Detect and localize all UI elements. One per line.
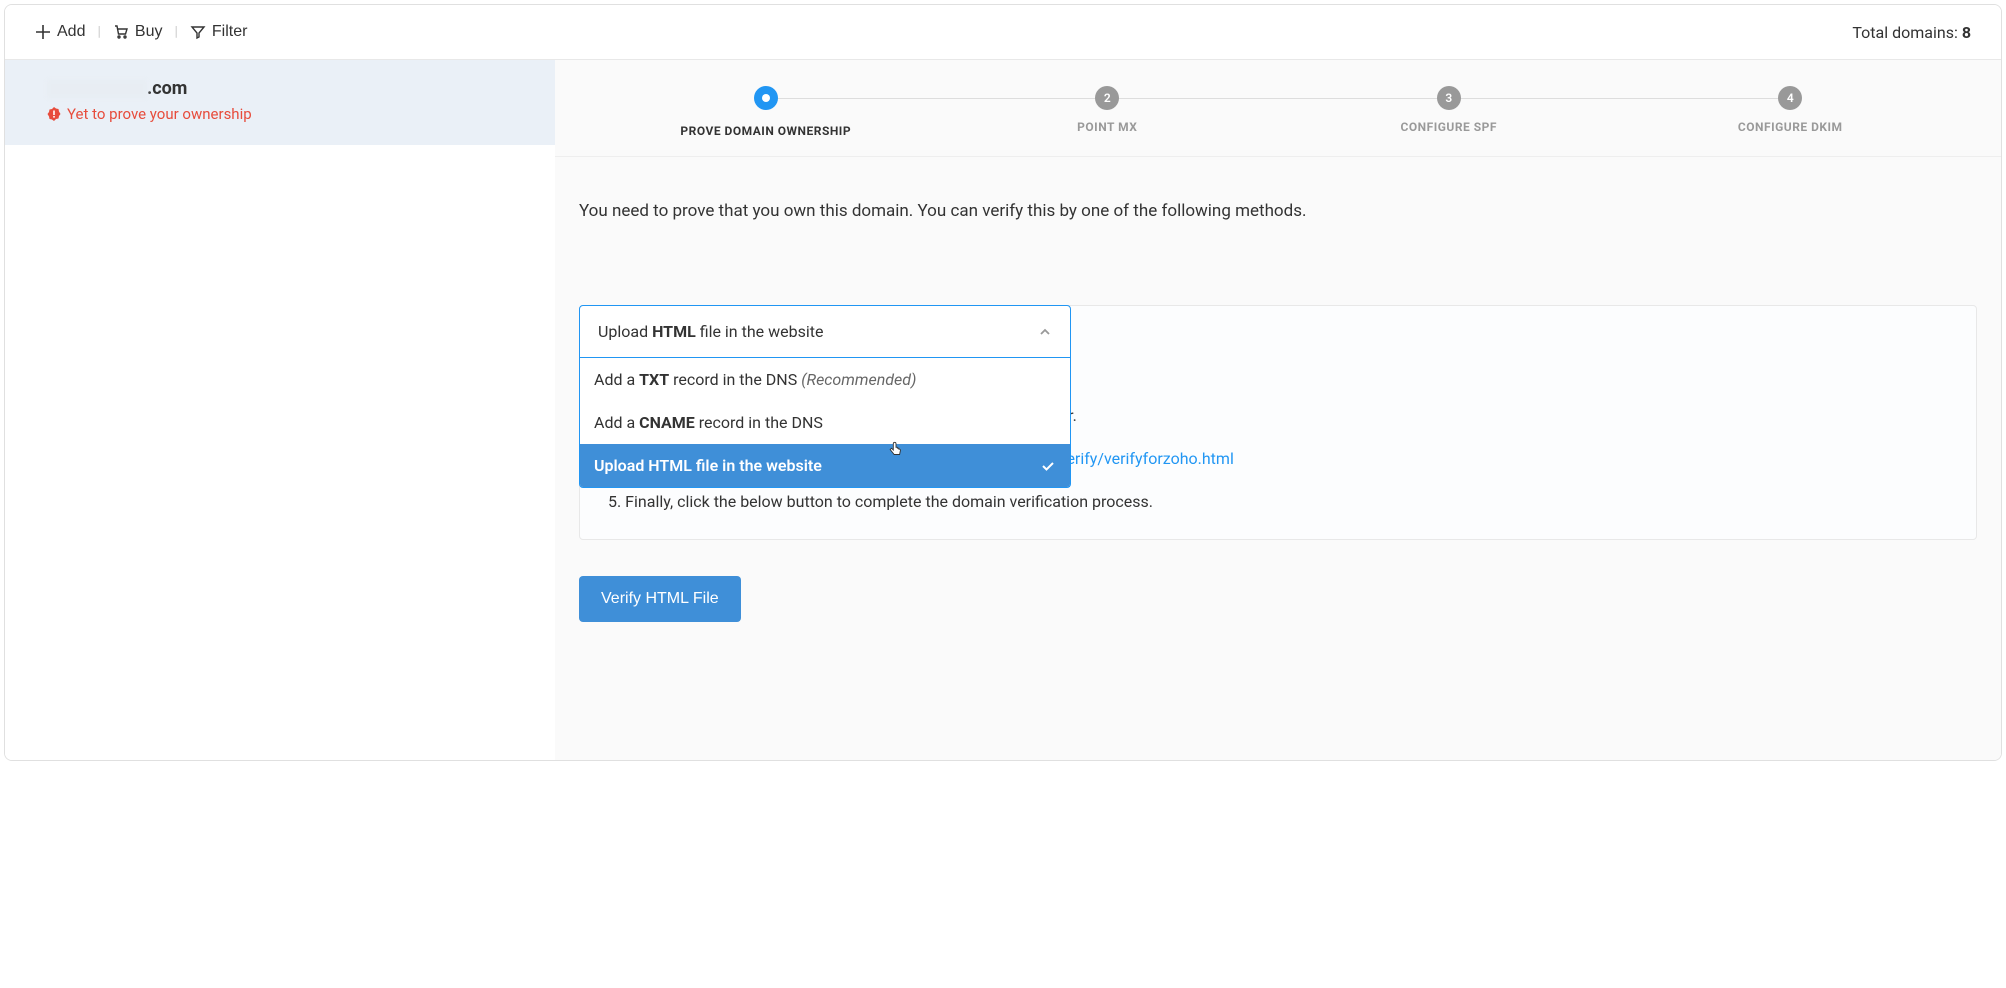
filter-icon — [190, 24, 206, 40]
top-toolbar: Add | Buy | Filter Total domains: 8 — [5, 5, 2001, 60]
check-icon — [1040, 458, 1056, 474]
filter-button[interactable]: Filter — [190, 19, 248, 45]
option-text: Upload HTML file in the website — [594, 456, 822, 475]
plus-icon — [35, 24, 51, 40]
separator: | — [174, 24, 177, 40]
cursor-hand-icon — [887, 441, 905, 459]
buy-label: Buy — [135, 23, 163, 41]
step-circle-1 — [754, 86, 778, 110]
total-count: 8 — [1962, 23, 1971, 42]
cart-icon — [113, 24, 129, 40]
domain-suffix: .com — [147, 78, 187, 99]
method-dropdown: Upload HTML file in the website Add a TX… — [579, 305, 1071, 488]
dropdown-container: 3. Upload the above file verifyforzoho.h… — [579, 305, 1977, 540]
total-domains: Total domains: 8 — [1852, 23, 1971, 42]
domain-name: .com — [47, 78, 513, 99]
step-circle-4: 4 — [1778, 86, 1802, 110]
warning-icon — [47, 107, 61, 121]
step-label-3: CONFIGURE SPF — [1278, 120, 1620, 134]
verify-btn-label: Verify HTML File — [601, 590, 719, 607]
dropdown-option-cname[interactable]: Add a CNAME record in the DNS — [580, 401, 1070, 444]
content-area: PROVE DOMAIN OWNERSHIP 2 POINT MX 3 CONF… — [555, 60, 2001, 760]
toolbar-left: Add | Buy | Filter — [35, 19, 247, 45]
step-label-2: POINT MX — [937, 120, 1279, 134]
filter-label: Filter — [212, 23, 248, 41]
dropdown-selected-text: Upload HTML file in the website — [598, 322, 823, 341]
sidebar: .com Yet to prove your ownership — [5, 60, 555, 760]
status-text: Yet to prove your ownership — [67, 105, 252, 123]
option-text: Add a TXT record in the DNS (Recommended… — [594, 370, 916, 389]
chevron-up-icon — [1038, 325, 1052, 339]
step-label-4: CONFIGURE DKIM — [1620, 120, 1962, 134]
option-text: Add a CNAME record in the DNS — [594, 413, 823, 432]
step-circle-2: 2 — [1095, 86, 1119, 110]
dropdown-option-txt[interactable]: Add a TXT record in the DNS (Recommended… — [580, 358, 1070, 401]
intro-text: You need to prove that you own this doma… — [579, 201, 1977, 221]
dropdown-option-html[interactable]: Upload HTML file in the website — [580, 444, 1070, 487]
domain-status: Yet to prove your ownership — [47, 105, 513, 123]
step-label-1: PROVE DOMAIN OWNERSHIP — [595, 124, 937, 138]
step-prove-ownership[interactable]: PROVE DOMAIN OWNERSHIP — [595, 86, 937, 138]
instruction-5: 5. Finally, click the below button to co… — [608, 492, 1948, 511]
step-point-mx[interactable]: 2 POINT MX — [937, 86, 1279, 134]
main-layout: .com Yet to prove your ownership PROVE D… — [5, 60, 2001, 760]
step-configure-spf[interactable]: 3 CONFIGURE SPF — [1278, 86, 1620, 134]
stepper: PROVE DOMAIN OWNERSHIP 2 POINT MX 3 CONF… — [555, 60, 2001, 157]
verify-html-button[interactable]: Verify HTML File — [579, 576, 741, 622]
add-button[interactable]: Add — [35, 19, 85, 45]
content-body: You need to prove that you own this doma… — [555, 157, 2001, 646]
dropdown-menu: Add a TXT record in the DNS (Recommended… — [579, 358, 1071, 488]
step-circle-3: 3 — [1437, 86, 1461, 110]
total-label: Total domains: — [1852, 23, 1957, 42]
add-label: Add — [57, 23, 85, 41]
domain-blur — [47, 80, 147, 98]
separator: | — [97, 24, 100, 40]
buy-button[interactable]: Buy — [113, 19, 163, 45]
step-configure-dkim[interactable]: 4 CONFIGURE DKIM — [1620, 86, 1962, 134]
domain-card[interactable]: .com Yet to prove your ownership — [5, 60, 555, 145]
dropdown-selected[interactable]: Upload HTML file in the website — [579, 305, 1071, 358]
